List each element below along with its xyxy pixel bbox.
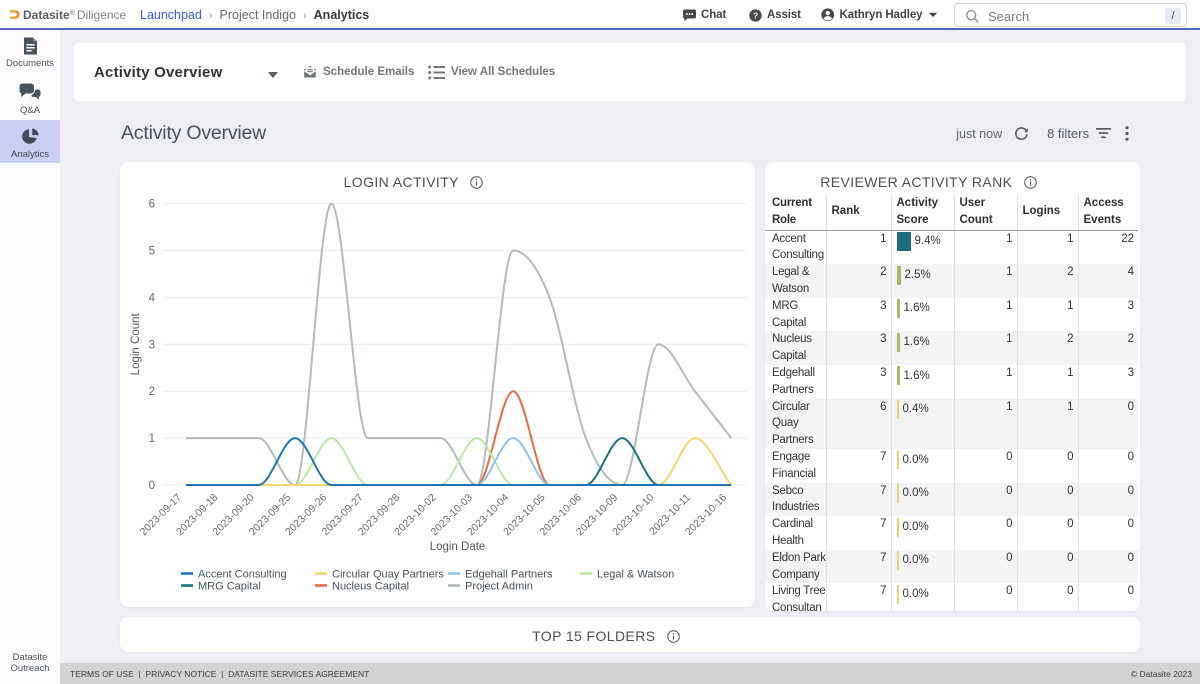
- svg-text:0: 0: [149, 480, 155, 492]
- svg-text:?: ?: [753, 10, 758, 20]
- svg-text:Nucleus Capital: Nucleus Capital: [332, 581, 409, 593]
- svg-text:Login Date: Login Date: [430, 541, 486, 553]
- svg-text:4: 4: [149, 292, 156, 304]
- svg-text:Accent Consulting: Accent Consulting: [198, 569, 287, 581]
- svg-text:Login Count: Login Count: [130, 312, 142, 375]
- svg-text:MRG Capital: MRG Capital: [198, 581, 261, 593]
- svg-text:Project Admin: Project Admin: [465, 581, 533, 593]
- svg-text:3: 3: [149, 339, 155, 351]
- svg-text:Legal & Watson: Legal & Watson: [597, 569, 674, 581]
- svg-text:Circular Quay Partners: Circular Quay Partners: [332, 569, 444, 581]
- svg-text:5: 5: [149, 246, 155, 258]
- svg-text:2: 2: [149, 386, 155, 398]
- svg-text:Edgehall Partners: Edgehall Partners: [465, 569, 553, 581]
- svg-text:1: 1: [149, 433, 155, 445]
- svg-text:6: 6: [149, 199, 155, 211]
